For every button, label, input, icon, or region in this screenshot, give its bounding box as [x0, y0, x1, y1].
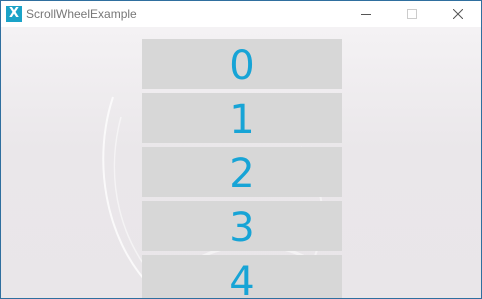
close-button[interactable]	[435, 1, 481, 27]
close-icon	[453, 9, 463, 19]
wheel-item[interactable]: 4	[142, 255, 342, 298]
wheel-item[interactable]: 0	[142, 39, 342, 89]
maximize-icon	[407, 9, 417, 19]
minimize-icon	[361, 14, 371, 15]
title-bar[interactable]: X ScrollWheelExample	[1, 1, 481, 27]
wheel-item[interactable]: 3	[142, 201, 342, 251]
wheel-item[interactable]: 2	[142, 147, 342, 197]
minimize-button[interactable]	[343, 1, 389, 27]
window-title: ScrollWheelExample	[26, 7, 137, 21]
app-window: X ScrollWheelExample 0 1 2 3 4	[0, 0, 482, 299]
app-icon: X	[6, 6, 22, 22]
wheel-item[interactable]: 1	[142, 93, 342, 143]
scroll-wheel[interactable]: 0 1 2 3 4	[142, 39, 342, 298]
maximize-button[interactable]	[389, 1, 435, 27]
main-content: 0 1 2 3 4	[1, 27, 481, 298]
